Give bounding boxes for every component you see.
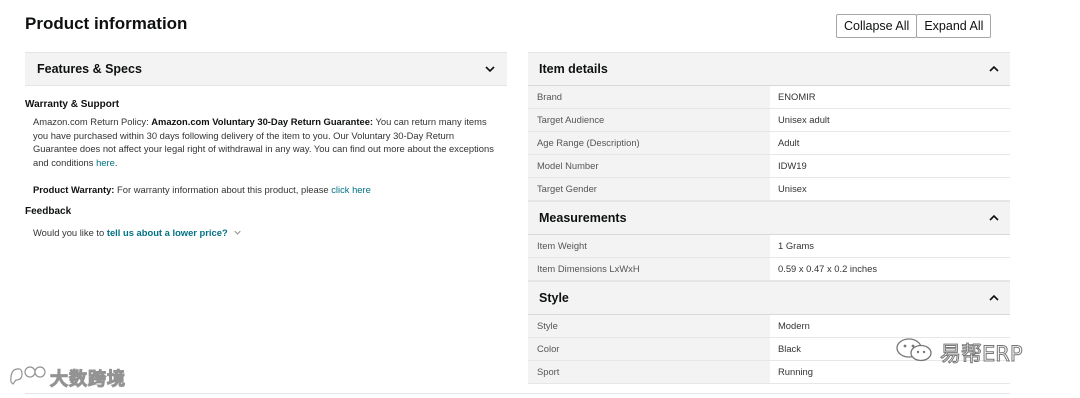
expand-collapse-group: Collapse All Expand All — [836, 14, 992, 38]
warranty-click-here-link[interactable]: click here — [331, 184, 371, 195]
measurements-title: Measurements — [539, 211, 627, 225]
row-key: Item Dimensions LxWxH — [528, 258, 770, 280]
return-policy-period: . — [114, 156, 118, 168]
product-warranty-bold: Product Warranty: — [33, 184, 115, 196]
watermark-right-text: 易帮ERP — [940, 341, 1024, 366]
table-row: Item Dimensions LxWxH 0.59 x 0.47 x 0.2 i… — [528, 258, 1010, 281]
product-warranty-text: Product Warranty: For warranty informati… — [25, 183, 499, 197]
row-value: ENOMIR — [770, 86, 1010, 108]
row-value: IDW19 — [770, 155, 1010, 177]
row-value: Adult — [770, 132, 1010, 154]
row-key: Target Gender — [528, 178, 770, 200]
watermark-left-text: 大数跨境 — [50, 368, 126, 390]
row-value: Unisex adult — [770, 109, 1010, 131]
feedback-prefix: Would you like to — [33, 226, 105, 238]
wechat-logo-icon — [894, 336, 934, 369]
return-guarantee-bold: Amazon.com Voluntary 30-Day Return Guara… — [151, 116, 374, 127]
page-title: Product information — [25, 14, 188, 33]
row-value: Modern — [770, 315, 1010, 337]
style-title: Style — [539, 291, 569, 305]
table-row: Target Gender Unisex — [528, 178, 1010, 201]
lower-price-link[interactable]: tell us about a lower price? — [107, 227, 228, 238]
product-warranty-body: For warranty information about this prod… — [117, 184, 329, 196]
feedback-title: Feedback — [25, 205, 72, 217]
chevron-up-icon[interactable] — [989, 64, 999, 74]
details-panel: Item details Brand ENOMIR Target Audience… — [528, 52, 1010, 384]
chevron-up-icon[interactable] — [989, 213, 999, 223]
watermark-right: 易帮ERP — [894, 336, 1023, 369]
feedback-text: Would you like to tell us about a lower … — [25, 226, 499, 241]
table-row: Item Weight 1 Grams — [528, 235, 1010, 258]
collapse-all-button[interactable]: Collapse All — [836, 14, 918, 38]
row-value: 0.59 x 0.47 x 0.2 inches — [770, 258, 1010, 280]
features-specs-title: Features & Specs — [37, 62, 142, 76]
chevron-down-icon[interactable] — [485, 64, 495, 74]
bottom-divider — [25, 393, 1010, 394]
table-row: Style Modern — [528, 315, 1010, 338]
return-policy-text: Amazon.com Return Policy: Amazon.com Vol… — [25, 115, 499, 169]
expand-all-button[interactable]: Expand All — [916, 14, 992, 38]
row-value: 1 Grams — [770, 235, 1010, 257]
measurements-header[interactable]: Measurements — [528, 201, 1010, 235]
return-policy-prefix: Amazon.com Return Policy: — [33, 116, 149, 127]
chevron-up-icon[interactable] — [989, 293, 999, 303]
row-key: Color — [528, 338, 770, 360]
row-key: Age Range (Description) — [528, 132, 770, 154]
item-details-title: Item details — [539, 62, 608, 76]
style-header[interactable]: Style — [528, 281, 1010, 315]
row-key: Brand — [528, 86, 770, 108]
table-row: Target Audience Unisex adult — [528, 109, 1010, 132]
row-value: Unisex — [770, 178, 1010, 200]
row-key: Target Audience — [528, 109, 770, 131]
features-specs-panel: Features & Specs Warranty & Support Amaz… — [25, 52, 507, 241]
table-row: Age Range (Description) Adult — [528, 132, 1010, 155]
row-key: Sport — [528, 361, 770, 383]
warranty-support-title: Warranty & Support — [25, 99, 120, 110]
table-row: Brand ENOMIR — [528, 86, 1010, 109]
table-row: Model Number IDW19 — [528, 155, 1010, 178]
chevron-down-icon[interactable] — [232, 229, 241, 238]
watermark-left: 大数跨境 — [8, 364, 126, 391]
item-details-header[interactable]: Item details — [528, 52, 1010, 86]
row-key: Item Weight — [528, 235, 770, 257]
row-key: Style — [528, 315, 770, 337]
features-specs-header[interactable]: Features & Specs — [25, 52, 507, 86]
return-policy-here-link[interactable]: here — [96, 157, 115, 168]
row-key: Model Number — [528, 155, 770, 177]
chat-bubble-logo-icon — [8, 364, 46, 391]
